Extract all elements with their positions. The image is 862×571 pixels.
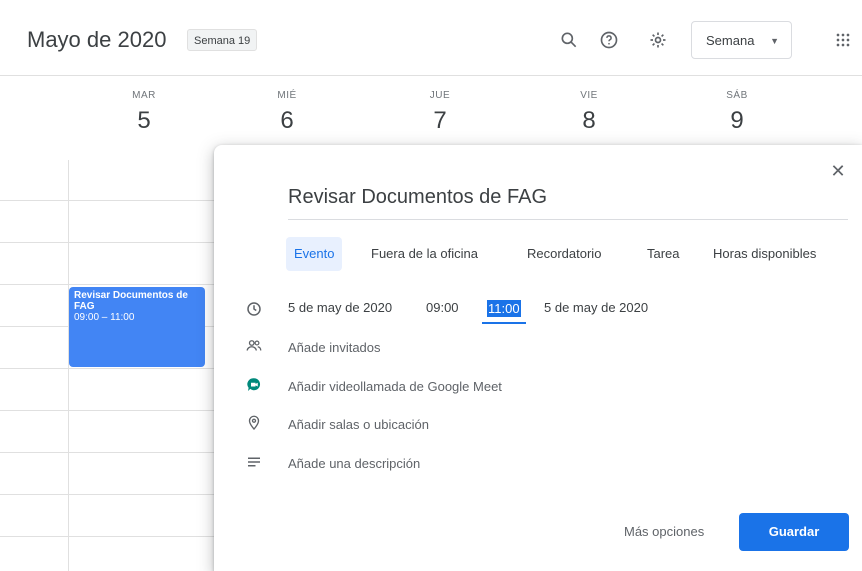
location-icon xyxy=(245,414,265,434)
view-select[interactable]: Semana ▼ xyxy=(691,21,792,59)
day-number[interactable]: 7 xyxy=(380,107,500,135)
view-select-value: Semana xyxy=(706,32,755,48)
month-title: Mayo de 2020 xyxy=(27,27,167,52)
day-header[interactable]: JUE 7 xyxy=(380,90,500,135)
settings-icon xyxy=(650,32,666,48)
search-button[interactable] xyxy=(556,27,582,53)
day-name: SÁB xyxy=(726,90,748,101)
end-date[interactable]: 5 de may de 2020 xyxy=(544,300,648,315)
top-bar: Mayo de 2020 Semana 19 Semana ▼ xyxy=(0,0,862,76)
day-name: VIE xyxy=(580,90,598,101)
calendar-event[interactable]: Revisar Documentos de FAG 09:00 – 11:00 xyxy=(69,287,205,367)
more-options-button[interactable]: Más opciones xyxy=(616,520,712,543)
settings-button[interactable] xyxy=(645,27,671,53)
tab-horas-disponibles[interactable]: Horas disponibles xyxy=(705,237,824,271)
apps-button[interactable] xyxy=(830,27,856,53)
help-button[interactable] xyxy=(596,27,622,53)
end-time: 11:00 xyxy=(487,300,521,317)
tab-fuera-oficina[interactable]: Fuera de la oficina xyxy=(363,237,486,271)
start-time[interactable]: 09:00 xyxy=(426,300,459,315)
day-header[interactable]: MAR 5 xyxy=(84,90,204,135)
start-date[interactable]: 5 de may de 2020 xyxy=(288,300,392,315)
clock-icon xyxy=(245,300,265,320)
event-title-input[interactable]: Revisar Documentos de FAG xyxy=(288,186,848,220)
tab-evento[interactable]: Evento xyxy=(286,237,343,271)
search-icon xyxy=(561,32,577,48)
day-number[interactable]: 8 xyxy=(529,107,649,135)
add-guests[interactable]: Añade invitados xyxy=(288,340,381,355)
add-meet[interactable]: Añadir videollamada de Google Meet xyxy=(288,379,502,394)
day-name: JUE xyxy=(429,90,451,101)
day-name: MAR xyxy=(132,90,156,101)
event-title: Revisar Documentos de FAG xyxy=(74,290,188,312)
event-time: 09:00 – 11:00 xyxy=(74,312,135,323)
add-location[interactable]: Añadir salas o ubicación xyxy=(288,417,429,432)
tab-recordatorio[interactable]: Recordatorio xyxy=(519,237,609,271)
day-name: MIÉ xyxy=(277,90,297,101)
close-icon: ✕ xyxy=(830,161,846,181)
day-number[interactable]: 9 xyxy=(677,107,797,135)
description-icon xyxy=(245,453,265,473)
day-header[interactable]: SÁB 9 xyxy=(677,90,797,135)
day-number[interactable]: 6 xyxy=(227,107,347,135)
people-icon xyxy=(245,337,265,357)
apps-icon xyxy=(836,33,850,47)
day-header[interactable]: MIÉ 6 xyxy=(227,90,347,135)
close-button[interactable]: ✕ xyxy=(827,160,849,182)
day-number[interactable]: 5 xyxy=(84,107,204,135)
day-header[interactable]: VIE 8 xyxy=(529,90,649,135)
meet-icon xyxy=(245,376,265,396)
chevron-down-icon: ▼ xyxy=(770,36,779,46)
add-description[interactable]: Añade una descripción xyxy=(288,456,420,471)
week-badge: Semana 19 xyxy=(187,29,258,51)
tab-tarea[interactable]: Tarea xyxy=(639,237,688,271)
help-icon xyxy=(600,31,618,49)
end-time-field[interactable]: 11:00 xyxy=(482,296,526,324)
grid-line xyxy=(68,160,69,571)
save-button[interactable]: Guardar xyxy=(739,513,849,551)
